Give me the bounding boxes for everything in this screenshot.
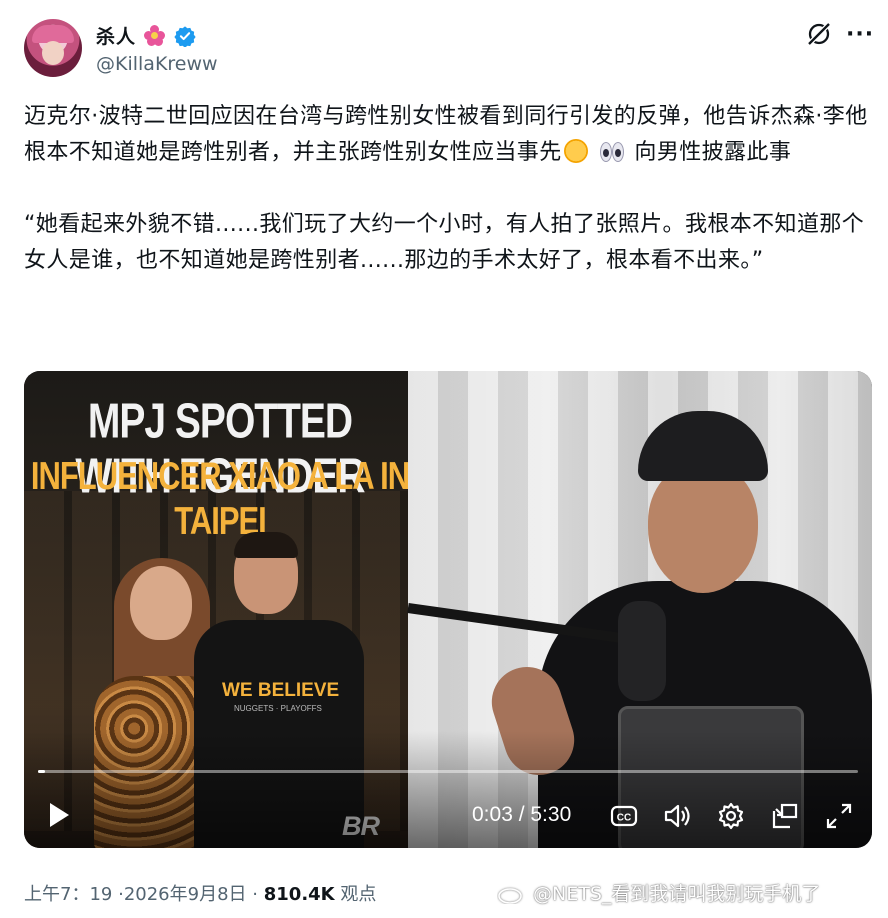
meta-separator-2: ·	[252, 884, 259, 905]
avatar-face	[42, 41, 64, 65]
flushed-face-icon	[563, 139, 588, 163]
watermark-text: @NETS_看到我请叫我别玩手机了	[533, 883, 821, 905]
microphone	[618, 601, 666, 701]
tweet-paragraph-2: “她看起来外貌不错......我们玩了大约一个小时，有人拍了张照片。我根本不知道…	[24, 212, 865, 273]
video-time-display: 0:03 / 5:30	[472, 803, 572, 826]
cc-icon[interactable]: CC	[609, 801, 639, 831]
eyes-icon	[599, 139, 625, 163]
video-player[interactable]: MPJ SPOTTED WITH TGENDER INFLUENCER XIAO…	[24, 371, 872, 848]
tweet-time[interactable]: 上午7：19	[24, 884, 112, 905]
tweet-text: 迈克尔·波特二世回应因在台湾与跨性别女性被看到同行引发的反弹，他告诉杰森·李他根…	[24, 99, 869, 279]
shirt-subtext: NUGGETS · PLAYOFFS	[234, 704, 322, 713]
thumbnail-headline-2: INFLUENCER XIAO A LA IN TAIPEI	[30, 454, 410, 543]
weibo-icon	[498, 884, 525, 904]
tweet-date[interactable]: 2026年9月8日	[124, 884, 247, 905]
volume-icon[interactable]	[662, 801, 692, 831]
verified-badge-icon[interactable]	[174, 25, 196, 47]
author-handle[interactable]: @KillaKreww	[96, 53, 218, 75]
tweet-meta: 上午7：19 ·2026年9月8日 · 810.4K 观点	[24, 880, 376, 906]
progress-bar[interactable]	[38, 770, 858, 773]
grok-icon[interactable]	[806, 21, 832, 47]
svg-text:CC: CC	[617, 813, 631, 824]
fullscreen-icon[interactable]	[824, 801, 854, 831]
tweet-paragraph-1: 迈克尔·波特二世回应因在台湾与跨性别女性被看到同行引发的反弹，他告诉杰森·李他根…	[24, 99, 869, 171]
avatar[interactable]	[24, 19, 82, 77]
progress-fill	[38, 770, 46, 773]
pip-icon[interactable]	[770, 801, 800, 831]
shirt-text: WE BELIEVE	[222, 680, 340, 701]
views-label: 观点	[340, 884, 377, 905]
settings-icon[interactable]	[716, 801, 746, 831]
author-name-row: 杀人	[96, 22, 196, 49]
tweet-paragraph-1-tail: 向男性披露此事	[634, 140, 792, 165]
views-count: 810.4K	[263, 884, 335, 905]
weibo-watermark: @NETS_看到我请叫我别玩手机了	[497, 879, 820, 906]
author-display-name[interactable]: 杀人	[96, 22, 136, 49]
flower-icon	[144, 24, 166, 47]
play-icon[interactable]	[46, 801, 72, 829]
more-options-icon[interactable]: ···	[846, 22, 874, 47]
